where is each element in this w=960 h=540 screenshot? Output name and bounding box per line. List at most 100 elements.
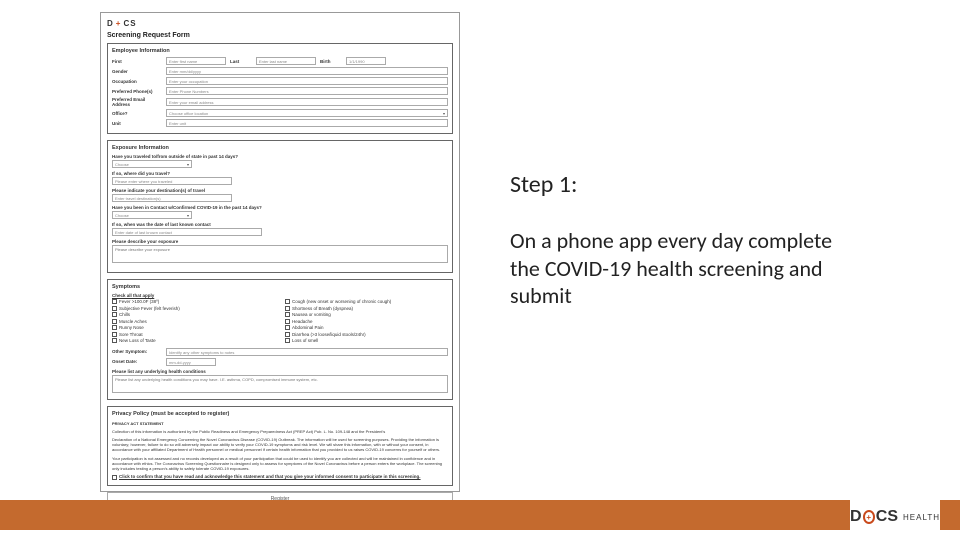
- symptom-checkbox[interactable]: Cough (new onset or worsening of chronic…: [285, 299, 448, 304]
- exposure-q3: Please describe your exposure: [112, 239, 448, 244]
- checkbox-icon[interactable]: [285, 338, 290, 343]
- symptom-checkbox[interactable]: Runny Nose: [112, 325, 275, 330]
- last-label: Last: [230, 59, 252, 64]
- privacy-head: PRIVACY ACT STATEMENT: [112, 421, 164, 426]
- privacy-ack-row[interactable]: Click to confirm that you have read and …: [112, 474, 448, 480]
- phone-label: Preferred Phone(s): [112, 89, 162, 94]
- exposure-a1-select[interactable]: Choose: [112, 160, 192, 168]
- symptom-checkbox[interactable]: Shortness of Breath (dyspnea): [285, 306, 448, 311]
- exposure-a1c-input[interactable]: Enter travel destination(s): [112, 194, 232, 202]
- footer-logo-d: D: [850, 508, 862, 526]
- unit-label: Unit: [112, 121, 162, 126]
- footer-logo-cross-icon: +: [863, 510, 875, 524]
- screening-form-screenshot: D+CS Screening Request Form Employee Inf…: [100, 12, 460, 492]
- ack-text: Click to confirm that you have read and …: [119, 474, 421, 480]
- last-input[interactable]: Enter last name: [256, 57, 316, 65]
- privacy-p2: Declaration of a National Emergency Conc…: [112, 437, 448, 453]
- symptom-label: Cough (new onset or worsening of chronic…: [292, 299, 391, 304]
- first-input[interactable]: Enter first name: [166, 57, 226, 65]
- exposure-q1: Have you traveled to/from outside of sta…: [112, 154, 448, 159]
- checkbox-icon[interactable]: [285, 332, 290, 337]
- symptoms-section-head: Symptoms: [112, 284, 448, 290]
- symptom-label: Subjective Fever (felt feverish): [119, 306, 180, 311]
- checkbox-icon[interactable]: [112, 306, 117, 311]
- privacy-p3: Your participation is not assessed and n…: [112, 456, 448, 472]
- office-select[interactable]: Choose office location: [166, 109, 448, 117]
- symptom-label: Chills: [119, 312, 130, 317]
- symptom-label: Muscle Aches: [119, 319, 147, 324]
- onset-input[interactable]: mm-dd-yyyy: [166, 358, 216, 366]
- exposure-a2-select[interactable]: Choose: [112, 211, 192, 219]
- symptom-checkbox[interactable]: Fever >100.0F (38º): [112, 299, 275, 304]
- phone-input[interactable]: Enter Phone Numbers: [166, 87, 448, 95]
- exposure-section: Exposure Information Have you traveled t…: [107, 140, 453, 273]
- exposure-q2: Have you been in Contact w/Confirmed COV…: [112, 205, 448, 210]
- email-label: Preferred Email Address: [112, 97, 162, 107]
- ack-checkbox[interactable]: [112, 475, 117, 480]
- symptom-checkbox[interactable]: Loss of smell: [285, 338, 448, 343]
- symptom-label: Fever >100.0F (38º): [119, 299, 159, 304]
- checkbox-icon[interactable]: [112, 332, 117, 337]
- unit-input[interactable]: Enter unit: [166, 119, 448, 127]
- checkbox-icon[interactable]: [285, 325, 290, 330]
- symptom-checkbox[interactable]: Diarrhea (>3 loose/liquid stools/24hr): [285, 332, 448, 337]
- birth-label: Birth: [320, 59, 342, 64]
- other-symptom-input[interactable]: Identify any other symptoms to notes: [166, 348, 448, 356]
- onset-label: Onset Date:: [112, 359, 162, 364]
- symptom-label: Diarrhea (>3 loose/liquid stools/24hr): [292, 332, 366, 337]
- symptoms-right-col: Cough (new onset or worsening of chronic…: [285, 299, 448, 345]
- footer-logo-health: HEALTH: [903, 513, 940, 522]
- occupation-input[interactable]: Enter your occupation: [166, 77, 448, 85]
- employee-info-section: Employee Information First Enter first n…: [107, 43, 453, 134]
- gender-label: Gender: [112, 69, 162, 74]
- checkbox-icon[interactable]: [285, 299, 290, 304]
- form-title: Screening Request Form: [107, 32, 453, 39]
- office-label: Office?: [112, 111, 162, 116]
- checkbox-icon[interactable]: [112, 299, 117, 304]
- checkbox-icon[interactable]: [112, 312, 117, 317]
- checkbox-icon[interactable]: [285, 319, 290, 324]
- symptom-label: Sore Throat: [119, 332, 143, 337]
- exposure-q1c: Please indicate your destination(s) of t…: [112, 188, 448, 193]
- checkbox-icon[interactable]: [285, 312, 290, 317]
- exposure-a2b-input[interactable]: Enter date of last known contact: [112, 228, 262, 236]
- symptom-checkbox[interactable]: Chills: [112, 312, 275, 317]
- symptom-label: Shortness of Breath (dyspnea): [292, 306, 353, 311]
- conditions-textarea[interactable]: [112, 375, 448, 393]
- privacy-section: Privacy Policy (must be accepted to regi…: [107, 406, 453, 487]
- checkbox-icon[interactable]: [112, 338, 117, 343]
- occupation-label: Occupation: [112, 79, 162, 84]
- symptom-checkbox[interactable]: Sore Throat: [112, 332, 275, 337]
- exposure-section-head: Exposure Information: [112, 145, 448, 151]
- checkbox-icon[interactable]: [285, 306, 290, 311]
- symptom-label: Headache: [292, 319, 313, 324]
- step-body: On a phone app every day complete the CO…: [510, 227, 840, 310]
- symptom-label: Runny Nose: [119, 325, 144, 330]
- symptom-checkbox[interactable]: Headache: [285, 319, 448, 324]
- symptom-label: Nausea or vomiting: [292, 312, 331, 317]
- other-symptom-label: Other Symptom:: [112, 349, 162, 354]
- checkbox-icon[interactable]: [112, 325, 117, 330]
- symptom-checkbox[interactable]: Nausea or vomiting: [285, 312, 448, 317]
- exposure-q1b: If so, where did you travel?: [112, 171, 448, 176]
- birth-input[interactable]: 1/1/1990: [346, 57, 386, 65]
- privacy-section-head: Privacy Policy (must be accepted to regi…: [112, 411, 448, 418]
- checkbox-icon[interactable]: [112, 319, 117, 324]
- gender-input[interactable]: Enter mm/dd/yyyy: [166, 67, 448, 75]
- email-input[interactable]: Enter your email address: [166, 98, 448, 106]
- first-label: First: [112, 59, 162, 64]
- exposure-describe-textarea[interactable]: [112, 245, 448, 263]
- employee-section-head: Employee Information: [112, 48, 448, 54]
- symptom-checkbox[interactable]: New Loss of Taste: [112, 338, 275, 343]
- footer-logo: D + CS HEALTH: [850, 500, 940, 534]
- step-text-block: Step 1: On a phone app every day complet…: [510, 170, 840, 310]
- check-all-label: Check all that apply: [112, 293, 448, 298]
- exposure-q2b: If so, when was the date of last known c…: [112, 222, 448, 227]
- symptom-checkbox[interactable]: Abdominal Pain: [285, 325, 448, 330]
- symptom-checkbox[interactable]: Muscle Aches: [112, 319, 275, 324]
- step-title: Step 1:: [510, 170, 840, 199]
- exposure-a1b-input[interactable]: Please enter where you traveled: [112, 177, 232, 185]
- symptom-checkbox[interactable]: Subjective Fever (felt feverish): [112, 306, 275, 311]
- footer-logo-cs: CS: [876, 508, 898, 526]
- symptom-label: New Loss of Taste: [119, 338, 156, 343]
